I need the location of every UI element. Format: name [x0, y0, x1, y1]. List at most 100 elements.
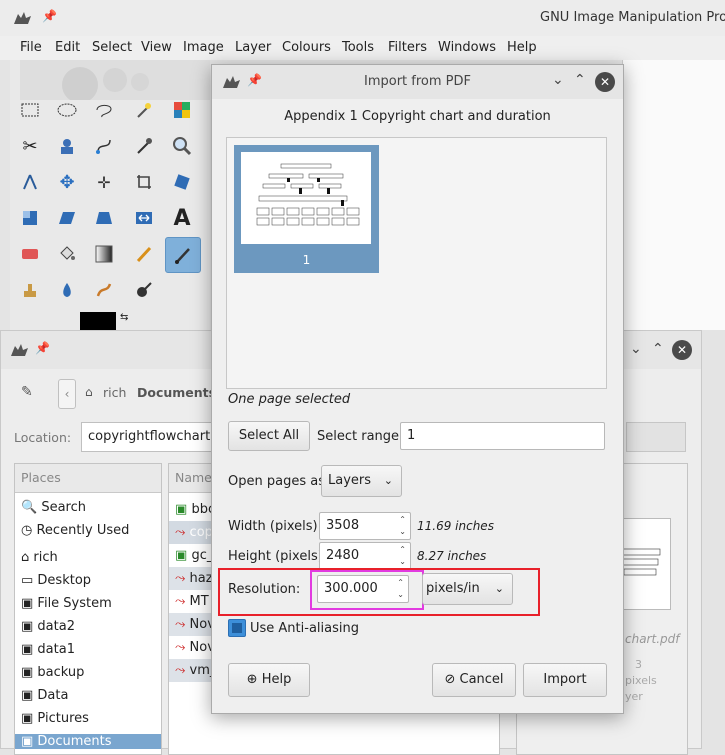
- flip-icon[interactable]: [130, 204, 158, 232]
- maximize-icon[interactable]: ⌃: [574, 72, 586, 88]
- increment-icon[interactable]: ⌃: [399, 545, 406, 555]
- places-panel: Places 🔍 Search ◷ Recently Used ⌂ rich ▭…: [14, 463, 162, 755]
- zoom-icon[interactable]: [168, 132, 196, 160]
- decrement-icon[interactable]: ⌄: [397, 590, 404, 600]
- preview-meta-2: pixels: [625, 674, 657, 687]
- close-icon[interactable]: ✕: [672, 340, 692, 360]
- menu-layer[interactable]: Layer: [235, 40, 271, 55]
- rotate-icon[interactable]: [168, 168, 196, 196]
- resolution-unit-select[interactable]: pixels/in ⌄: [422, 573, 513, 605]
- place-data2[interactable]: ▣ data2: [21, 619, 75, 634]
- lasso-icon[interactable]: [90, 96, 118, 124]
- decrement-icon[interactable]: ⌄: [399, 527, 406, 537]
- place-backup[interactable]: ▣ backup: [21, 665, 84, 680]
- menu-help[interactable]: Help: [507, 40, 537, 55]
- paintbrush-icon[interactable]: [165, 237, 201, 273]
- lifebuoy-icon: ⊕: [246, 672, 258, 687]
- select-range-label: Select range:: [317, 429, 404, 444]
- menu-file[interactable]: File: [20, 40, 42, 55]
- height-inches: 8.27 inches: [417, 549, 487, 563]
- ellipse-select-icon[interactable]: [53, 96, 81, 124]
- foreground-select-icon[interactable]: [53, 132, 81, 160]
- place-desktop[interactable]: ▭ Desktop: [21, 573, 91, 588]
- close-icon[interactable]: ✕: [595, 72, 615, 92]
- text-tool-icon[interactable]: A: [168, 204, 196, 232]
- smudge-icon[interactable]: [90, 276, 118, 304]
- menu-edit[interactable]: Edit: [55, 40, 80, 55]
- back-arrow-icon[interactable]: ‹: [58, 379, 76, 409]
- page-number: 1: [302, 253, 311, 267]
- antialias-checkbox[interactable]: [228, 619, 246, 637]
- align-icon[interactable]: ✛: [90, 168, 118, 196]
- gimp-logo-icon: [9, 342, 29, 358]
- maximize-icon[interactable]: ⌃: [652, 341, 664, 357]
- place-filesystem[interactable]: ▣ File System: [21, 596, 112, 611]
- place-search[interactable]: 🔍 Search: [21, 500, 86, 515]
- place-home[interactable]: ⌂ rich: [21, 550, 58, 565]
- location-input[interactable]: copyrightflowchart.p: [81, 422, 225, 452]
- increment-icon[interactable]: ⌃: [399, 515, 406, 525]
- home-icon: ⌂: [85, 385, 93, 399]
- swap-colors-icon[interactable]: ⇆: [120, 312, 128, 323]
- eraser-icon[interactable]: [16, 240, 44, 268]
- cancel-button[interactable]: ⊘ Cancel: [432, 663, 516, 697]
- cancel-icon: ⊘: [444, 672, 456, 687]
- resolution-input[interactable]: 300.000 ⌃ ⌄: [317, 575, 409, 603]
- minimize-icon[interactable]: ⌄: [630, 341, 642, 357]
- fuzzy-select-icon[interactable]: [130, 96, 158, 124]
- perspective-icon[interactable]: [90, 204, 118, 232]
- breadcrumb-home[interactable]: rich: [103, 385, 126, 400]
- paths-icon[interactable]: [90, 132, 118, 160]
- height-input[interactable]: 2480 ⌃ ⌄: [319, 542, 411, 570]
- pencil-icon[interactable]: [130, 240, 158, 268]
- scale-icon[interactable]: [16, 204, 44, 232]
- open-pages-as-value: Layers: [328, 473, 372, 488]
- menu-tools[interactable]: Tools: [342, 40, 374, 55]
- menu-colours[interactable]: Colours: [282, 40, 331, 55]
- move-icon[interactable]: ✥: [53, 168, 81, 196]
- color-picker-icon[interactable]: [130, 132, 158, 160]
- menu-image[interactable]: Image: [183, 40, 224, 55]
- rect-select-icon[interactable]: [16, 96, 44, 124]
- places-header: Places: [15, 464, 161, 493]
- gimp-logo-icon: [12, 10, 32, 26]
- menu-view[interactable]: View: [141, 40, 172, 55]
- menu-filters[interactable]: Filters: [388, 40, 427, 55]
- minimize-icon[interactable]: ⌄: [552, 72, 564, 88]
- place-data1[interactable]: ▣ data1: [21, 642, 75, 657]
- dodge-burn-icon[interactable]: [130, 276, 158, 304]
- import-button[interactable]: Import: [523, 663, 607, 697]
- blur-drop-icon[interactable]: [53, 276, 81, 304]
- pin-icon[interactable]: 📌: [35, 341, 50, 355]
- place-recent[interactable]: ◷ Recently Used: [21, 523, 129, 538]
- crop-icon[interactable]: [130, 168, 158, 196]
- measure-icon[interactable]: [16, 168, 44, 196]
- scissors-icon[interactable]: ✂: [16, 132, 44, 160]
- select-by-color-icon[interactable]: [168, 96, 196, 124]
- pin-icon[interactable]: 📌: [42, 9, 57, 23]
- clone-stamp-icon[interactable]: [16, 276, 44, 304]
- open-pages-as-select[interactable]: Layers ⌄: [321, 465, 402, 497]
- document-title: Appendix 1 Copyright chart and duration: [284, 109, 551, 124]
- gradient-icon[interactable]: [90, 240, 118, 268]
- menu-windows[interactable]: Windows: [438, 40, 496, 55]
- gimp-titlebar: 📌 GNU Image Manipulation Prog: [0, 0, 725, 36]
- edit-path-icon[interactable]: ✎: [21, 384, 33, 400]
- menu-select[interactable]: Select: [92, 40, 132, 55]
- import-pdf-dialog: 📌 Import from PDF ⌄ ⌃ ✕ Appendix 1 Copyr…: [211, 64, 624, 714]
- shear-icon[interactable]: [53, 204, 81, 232]
- chevron-down-icon: ⌄: [383, 474, 393, 487]
- place-data[interactable]: ▣ Data: [21, 688, 68, 703]
- select-range-input[interactable]: 1: [400, 422, 605, 450]
- select-all-button[interactable]: Select All: [228, 421, 310, 451]
- breadcrumb-documents[interactable]: Documents: [137, 385, 216, 400]
- page-thumbnail-selected[interactable]: 1: [234, 145, 379, 273]
- bucket-fill-icon[interactable]: [53, 240, 81, 268]
- resolution-label: Resolution:: [228, 582, 301, 597]
- help-button[interactable]: ⊕ Help: [228, 663, 310, 697]
- decrement-icon[interactable]: ⌄: [399, 557, 406, 567]
- increment-icon[interactable]: ⌃: [397, 578, 404, 588]
- preview-meta-3: yer: [625, 690, 643, 703]
- place-pictures[interactable]: ▣ Pictures: [21, 711, 89, 726]
- width-input[interactable]: 3508 ⌃ ⌄: [319, 512, 411, 540]
